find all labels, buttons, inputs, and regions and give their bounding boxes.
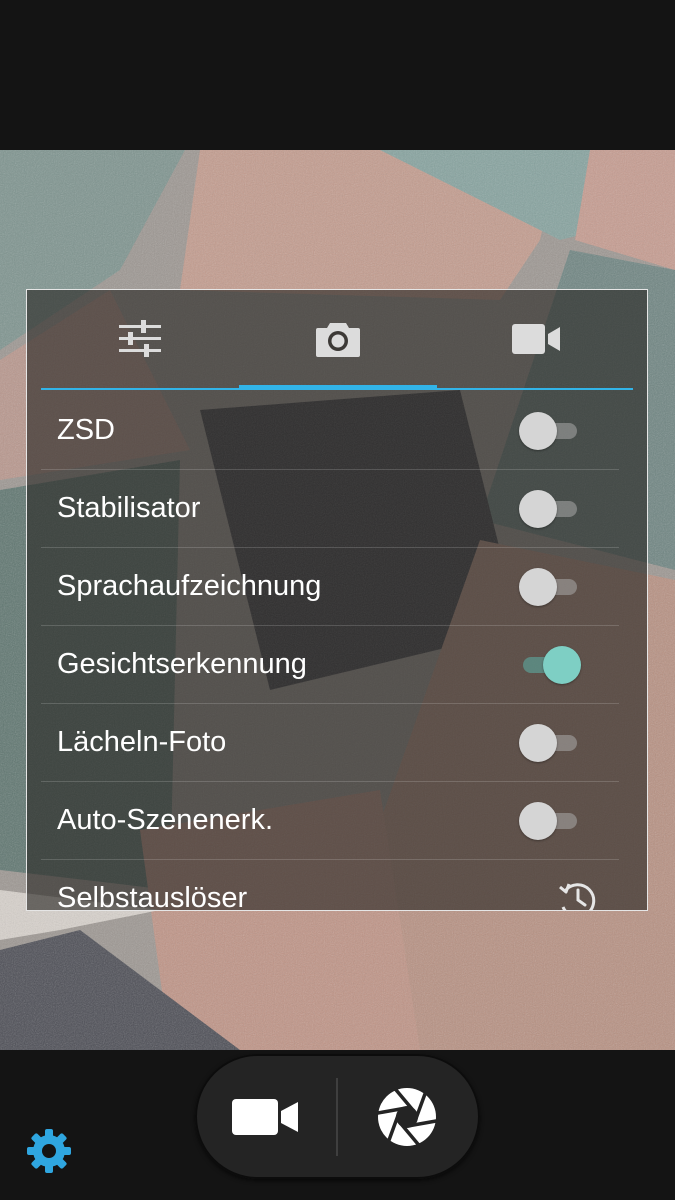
videocam-icon [232,1098,298,1135]
gear-icon[interactable] [26,1128,72,1174]
timer-icon[interactable] [557,879,597,911]
sliders-icon [119,319,161,357]
setting-label: Selbstauslöser [57,882,248,911]
setting-row-auto-szenenerkennung[interactable]: Auto-Szenenerk. [41,782,619,860]
setting-label: Sprachaufzeichnung [57,570,322,602]
zsd-toggle[interactable] [519,412,581,450]
setting-row-laecheln-foto[interactable]: Lächeln-Foto [41,704,619,782]
settings-list: ZSD Stabilisator Sprachaufzeichnung Gesi… [27,392,647,911]
toggle-thumb [519,490,557,528]
videocam-icon [512,323,560,354]
setting-row-stabilisator[interactable]: Stabilisator [41,470,619,548]
camera-icon [316,322,360,357]
toggle-thumb [519,412,557,450]
active-tab-indicator [239,385,437,389]
setting-row-selbstausloeser[interactable]: Selbstauslöser [41,860,619,911]
setting-row-zsd[interactable]: ZSD [41,392,619,470]
toggle-thumb [519,724,557,762]
tab-general-settings[interactable] [41,290,239,387]
stabilisator-toggle[interactable] [519,490,581,528]
settings-tabs [27,290,647,390]
sprachaufzeichnung-toggle[interactable] [519,568,581,606]
setting-label: Stabilisator [57,492,201,524]
camera-settings-panel: ZSD Stabilisator Sprachaufzeichnung Gesi… [26,289,648,911]
toggle-thumb [543,646,581,684]
tab-video-settings[interactable] [437,290,635,387]
setting-label: Lächeln-Foto [57,726,227,758]
setting-label: ZSD [57,414,115,446]
setting-row-sprachaufzeichnung[interactable]: Sprachaufzeichnung [41,548,619,626]
controls-divider [336,1078,338,1156]
toggle-thumb [519,802,557,840]
setting-label: Gesichtserkennung [57,648,307,680]
gesichtserkennung-toggle[interactable] [519,646,581,684]
toggle-thumb [519,568,557,606]
tab-photo-settings[interactable] [239,290,437,387]
shutter-button[interactable] [373,1083,441,1151]
shutter-icon [376,1088,438,1146]
auto-szenenerkennung-toggle[interactable] [519,802,581,840]
setting-row-gesichtserkennung[interactable]: Gesichtserkennung [41,626,619,704]
capture-controls [195,1054,480,1179]
laecheln-foto-toggle[interactable] [519,724,581,762]
setting-label: Auto-Szenenerk. [57,804,274,836]
video-mode-button[interactable] [225,1084,305,1149]
